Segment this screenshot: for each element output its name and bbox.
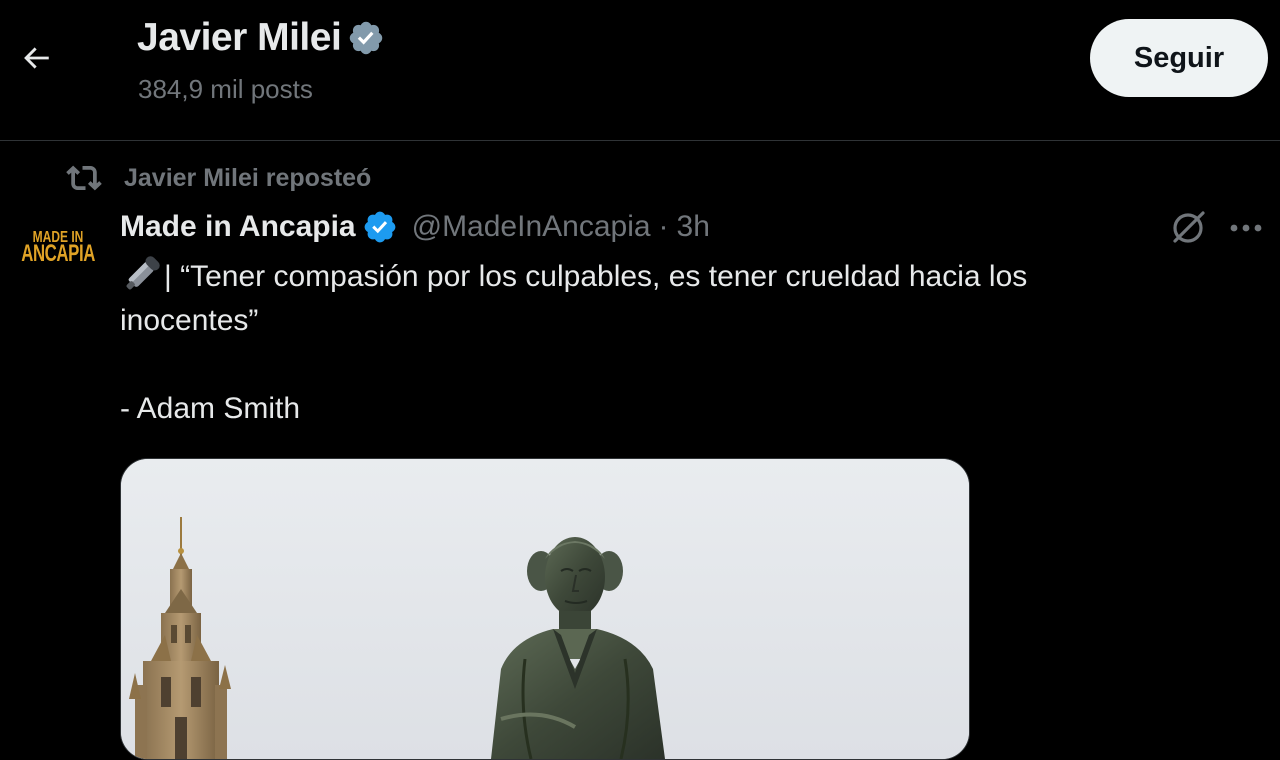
profile-title: Javier Milei [137, 16, 385, 60]
avatar[interactable]: MADE IN ANCAPIA [18, 208, 98, 288]
tweet-text-line-1: | “Tener compasión por los culpables, es… [120, 254, 1220, 299]
avatar-text-bottom: ANCAPIA [21, 240, 95, 267]
separator-dot: · [658, 210, 669, 243]
tweet-text-line-2: inocentes” [120, 304, 259, 337]
more-dots-icon[interactable] [1226, 212, 1266, 244]
author-name[interactable]: Made in Ancapia [120, 210, 356, 244]
follow-button[interactable]: Seguir [1090, 19, 1268, 97]
tweet-text-spacer [120, 343, 1220, 387]
verified-badge-blue-icon [364, 211, 395, 243]
post-count: 384,9 mil posts [138, 74, 313, 104]
tweet-text: | “Tener compasión por los culpables, es… [120, 254, 1220, 431]
repost-indicator: Javier Milei reposteó [66, 160, 371, 196]
back-button[interactable] [16, 38, 56, 78]
author-handle[interactable]: @MadeInAncapia [412, 210, 651, 244]
statue-photo [121, 459, 969, 759]
tweet-media-photo[interactable] [120, 458, 970, 760]
grok-icon[interactable] [1168, 208, 1208, 248]
verified-badge-gray-icon [350, 21, 383, 55]
profile-name: Javier Milei [137, 16, 342, 59]
tweet-text-line-3: - Adam Smith [120, 392, 301, 425]
repost-text: Javier Milei reposteó [124, 163, 372, 192]
tweet-text-line-1-text: | “Tener compasión por los culpables, es… [164, 260, 1028, 293]
tweet-header: Made in Ancapia @MadeInAncapia · 3h [120, 206, 710, 248]
arrow-left-icon [24, 47, 49, 69]
repost-icon [66, 165, 102, 191]
profile-header: Javier Milei 384,9 mil posts Seguir [0, 0, 1280, 141]
tweet-time[interactable]: 3h [677, 210, 710, 244]
microphone-emoji [126, 256, 160, 290]
